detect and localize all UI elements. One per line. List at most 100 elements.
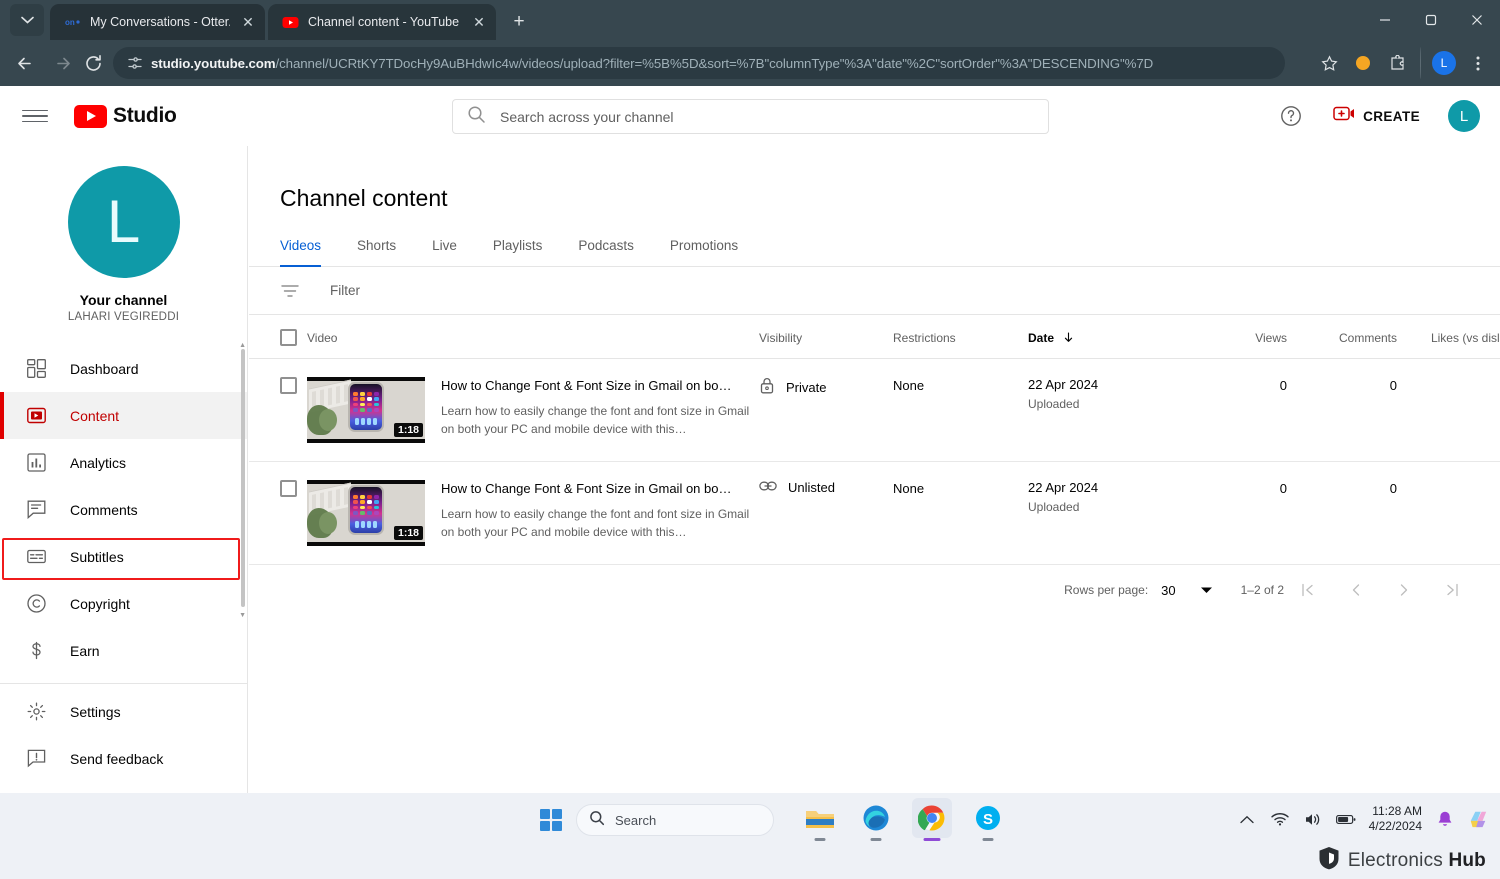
account-avatar[interactable]: L <box>1448 100 1480 132</box>
create-button-label: CREATE <box>1363 108 1420 124</box>
prev-page-button[interactable] <box>1332 583 1380 597</box>
row-checkbox[interactable] <box>280 377 297 394</box>
new-tab-button[interactable]: + <box>505 8 533 36</box>
browser-tab-title: My Conversations - Otter.ai <box>90 15 230 29</box>
close-icon[interactable]: ✕ <box>239 13 257 31</box>
forward-arrow-icon[interactable] <box>48 48 78 78</box>
column-header-visibility[interactable]: Visibility <box>759 315 893 359</box>
sidebar-item-dashboard[interactable]: Dashboard <box>0 345 247 392</box>
tab-shorts[interactable]: Shorts <box>339 238 414 266</box>
taskbar-app-file-explorer[interactable] <box>800 798 840 841</box>
tab-podcasts[interactable]: Podcasts <box>560 238 652 266</box>
browser-profile-avatar[interactable]: L <box>1428 47 1460 79</box>
sidebar-item-settings[interactable]: Settings <box>0 688 247 735</box>
scroll-up-arrow-icon[interactable]: ▲ <box>239 342 246 349</box>
tab-playlists[interactable]: Playlists <box>475 238 561 266</box>
sidebar-item-subtitles[interactable]: Subtitles <box>0 533 247 580</box>
pagination-range: 1–2 of 2 <box>1240 583 1284 597</box>
column-header-likes[interactable]: Likes (vs dislikes) <box>1397 315 1500 359</box>
channel-avatar[interactable]: L <box>67 166 180 278</box>
visibility-cell[interactable]: Unlisted <box>759 461 893 565</box>
taskbar-app-skype[interactable]: S <box>968 798 1008 841</box>
sort-descending-arrow-icon <box>1063 331 1074 345</box>
scroll-down-arrow-icon[interactable]: ▼ <box>239 612 246 619</box>
sidebar-item-earn[interactable]: Earn <box>0 627 247 674</box>
taskbar-app-chrome[interactable] <box>912 798 952 841</box>
video-title[interactable]: How to Change Font & Font Size in Gmail … <box>441 377 759 395</box>
close-window-icon[interactable] <box>1454 0 1500 40</box>
address-bar[interactable]: studio.youtube.com/channel/UCRtKY7TDocHy… <box>113 47 1285 79</box>
taskbar-app-edge[interactable] <box>856 798 896 841</box>
browser-tab-youtube-studio[interactable]: Channel content - YouTube Stu ✕ <box>268 4 496 40</box>
filter-bar[interactable]: Filter <box>249 267 1500 315</box>
gear-icon <box>24 700 48 724</box>
electronics-hub-watermark: Electronics Hub <box>1318 846 1486 875</box>
app-running-indicator <box>814 838 826 841</box>
channel-search-input[interactable]: Search across your channel <box>452 99 1049 134</box>
tab-videos[interactable]: Videos <box>280 238 339 267</box>
sidebar-item-content[interactable]: Content <box>0 392 247 439</box>
app-running-indicator <box>870 838 882 841</box>
table-row[interactable]: 1:18 How to Change Font & Font Size in G… <box>249 461 1500 565</box>
column-header-comments[interactable]: Comments <box>1287 315 1397 359</box>
toolbar-divider <box>1420 47 1421 79</box>
hamburger-menu-icon[interactable] <box>22 103 48 129</box>
column-header-restrictions[interactable]: Restrictions <box>893 315 1028 359</box>
taskbar-search-input[interactable]: Search <box>576 804 774 836</box>
likes-cell: – <box>1397 358 1500 462</box>
filter-icon[interactable] <box>280 281 300 301</box>
date-state: Uploaded <box>1028 397 1080 411</box>
rows-per-page-value[interactable]: 30 <box>1161 583 1175 598</box>
help-icon[interactable] <box>1277 102 1305 130</box>
sidebar-item-copyright[interactable]: Copyright <box>0 580 247 627</box>
maximize-icon[interactable] <box>1408 0 1454 40</box>
video-thumbnail[interactable]: 1:18 <box>307 377 425 443</box>
reload-icon[interactable] <box>78 48 108 78</box>
first-page-button[interactable] <box>1284 583 1332 597</box>
next-page-button[interactable] <box>1380 583 1428 597</box>
column-header-views[interactable]: Views <box>1195 315 1287 359</box>
tab-promotions[interactable]: Promotions <box>652 238 756 266</box>
studio-logo[interactable]: Studio <box>74 104 177 128</box>
last-page-button[interactable] <box>1428 583 1476 597</box>
sidebar-item-analytics[interactable]: Analytics <box>0 439 247 486</box>
column-header-date[interactable]: Date <box>1028 315 1195 359</box>
table-row[interactable]: 1:18 How to Change Font & Font Size in G… <box>249 358 1500 462</box>
back-arrow-icon[interactable] <box>9 48 39 78</box>
battery-icon[interactable] <box>1335 809 1356 829</box>
tab-live[interactable]: Live <box>414 238 475 266</box>
windows-start-icon[interactable] <box>540 809 562 831</box>
create-button[interactable]: CREATE <box>1319 98 1434 134</box>
extension-otter-icon[interactable] <box>1347 47 1379 79</box>
site-settings-icon[interactable] <box>123 51 147 75</box>
row-checkbox[interactable] <box>280 480 297 497</box>
tab-search-dropdown-button[interactable] <box>10 4 44 36</box>
volume-icon[interactable] <box>1303 809 1323 829</box>
channel-name: LAHARI VEGIREDDI <box>67 311 180 323</box>
bookmark-star-icon[interactable] <box>1313 47 1345 79</box>
taskbar-start-group: Search <box>540 800 774 840</box>
chevron-up-icon[interactable] <box>1237 809 1257 829</box>
minimize-icon[interactable] <box>1362 0 1408 40</box>
extensions-puzzle-icon[interactable] <box>1381 47 1413 79</box>
close-icon[interactable]: ✕ <box>470 13 488 31</box>
taskbar-clock[interactable]: 11:28 AM 4/22/2024 <box>1369 804 1422 834</box>
sidebar-item-send-feedback[interactable]: Send feedback <box>0 735 247 782</box>
column-header-video[interactable]: Video <box>307 315 759 359</box>
sidebar-scrollbar[interactable] <box>241 349 245 607</box>
sidebar-item-comments[interactable]: Comments <box>0 486 247 533</box>
visibility-cell[interactable]: Private <box>759 358 893 462</box>
video-title[interactable]: How to Change Font & Font Size in Gmail … <box>441 480 759 498</box>
browser-menu-icon[interactable] <box>1462 47 1494 79</box>
copilot-icon[interactable] <box>1468 809 1488 829</box>
link-icon <box>759 480 777 495</box>
video-thumbnail[interactable]: 1:18 <box>307 480 425 546</box>
youtube-icon <box>282 14 299 31</box>
notification-bell-icon[interactable] <box>1435 809 1455 829</box>
sidebar-item-label: Analytics <box>70 454 127 471</box>
rows-per-page-chevron-down-icon[interactable] <box>1195 586 1219 595</box>
browser-tab-otter[interactable]: on My Conversations - Otter.ai ✕ <box>50 4 265 40</box>
studio-brand-text: Studio <box>113 104 177 127</box>
wifi-icon[interactable] <box>1270 809 1290 829</box>
select-all-checkbox[interactable] <box>280 329 297 346</box>
